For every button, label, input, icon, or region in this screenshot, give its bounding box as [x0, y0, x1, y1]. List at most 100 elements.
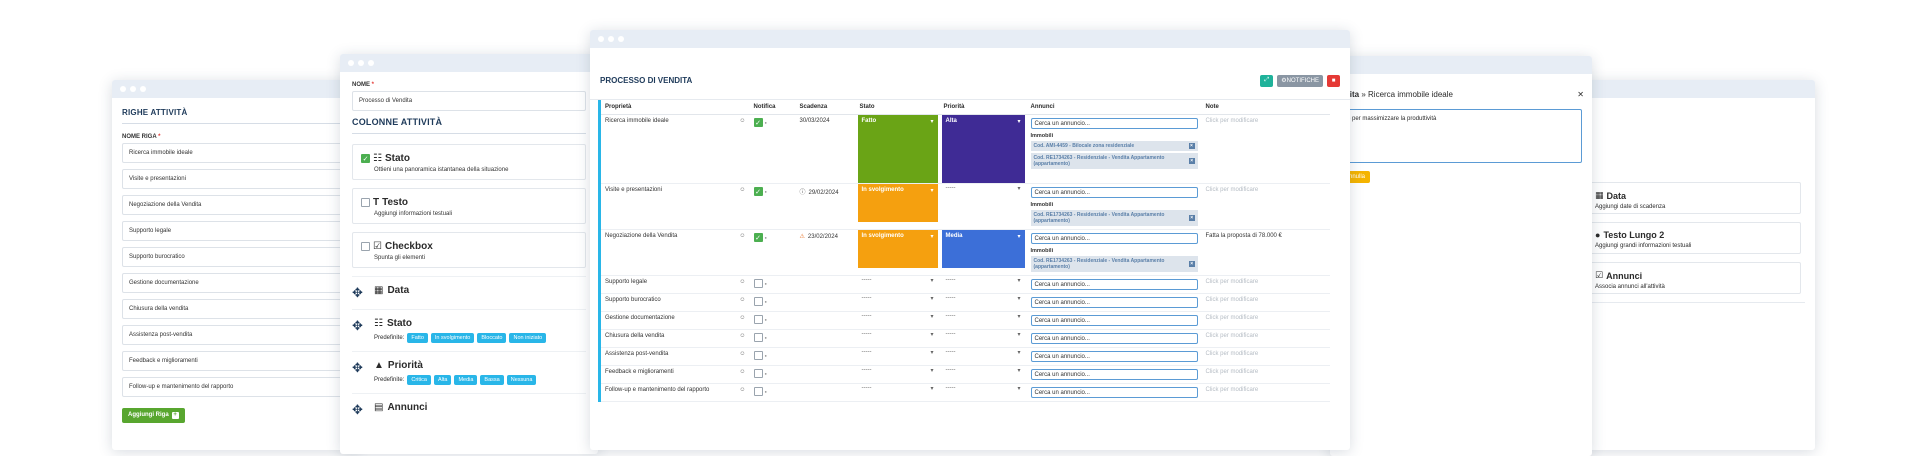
preset-chip[interactable]: Media — [454, 375, 478, 385]
row-name-input[interactable]: Ricerca immobile ideale — [122, 143, 350, 163]
note-placeholder[interactable]: Click per modificare — [1206, 351, 1259, 357]
listing-search-input[interactable]: Cerca un annuncio... — [1030, 233, 1198, 244]
preset-chip[interactable]: Bassa — [480, 375, 504, 385]
priority-dropdown[interactable]: Alta ▾ — [941, 115, 1025, 183]
drag-handle-icon[interactable]: ✥ — [352, 318, 364, 334]
remove-icon[interactable]: × — [1188, 215, 1195, 221]
status-dropdown[interactable]: ----- ▾ — [858, 330, 938, 339]
name-input[interactable]: Processo di Vendita — [352, 91, 586, 111]
row-name-input[interactable]: Feedback e miglioramenti — [122, 351, 350, 371]
note-placeholder[interactable]: Click per modificare — [1206, 279, 1259, 285]
notify-checkbox[interactable] — [753, 315, 763, 324]
listing-search-input[interactable]: Cerca un annuncio... — [1030, 369, 1198, 380]
column-header[interactable]: Stato — [855, 100, 940, 115]
listing-search-input[interactable]: Cerca un annuncio... — [1030, 351, 1198, 362]
delete-button[interactable]: ■ — [1327, 74, 1340, 87]
comment-icon[interactable]: ☺ — [739, 297, 745, 303]
listing-search-input[interactable]: Cerca un annuncio... — [1030, 297, 1198, 308]
drag-handle-icon[interactable]: ✥ — [352, 402, 364, 418]
row-name-input[interactable]: Supporto burocratico — [122, 247, 350, 267]
add-row-button[interactable]: Aggiungi Riga + — [122, 407, 185, 423]
active-column[interactable]: ✥ ☷ Stato Predefinite: Fatto In svolgimento… — [352, 309, 586, 351]
listing-search-input[interactable]: Cerca un annuncio... — [1030, 315, 1198, 326]
status-dropdown[interactable]: ----- ▾ — [858, 312, 938, 321]
active-column[interactable]: ✥ ▲ Priorità Predefinite: Critica Alta Media… — [352, 351, 586, 393]
column-header[interactable]: Notifica — [749, 100, 796, 115]
preset-chip[interactable]: Non iniziato — [509, 333, 547, 343]
drag-handle-icon[interactable]: ✥ — [352, 285, 364, 301]
checkbox[interactable] — [361, 242, 370, 251]
close-icon[interactable]: ✕ — [1577, 90, 1584, 99]
column-type-card[interactable]: ✓ ▦ Data Aggiungi date di scadenza — [1574, 182, 1801, 214]
note-placeholder[interactable]: Click per modificare — [1206, 315, 1259, 321]
remove-icon[interactable]: × — [1188, 261, 1195, 267]
notify-checkbox[interactable] — [753, 333, 763, 342]
row-name-input[interactable]: Gestione documentazione — [122, 273, 350, 293]
notify-checkbox[interactable] — [753, 369, 763, 378]
column-header[interactable]: Annunci — [1026, 100, 1202, 115]
notify-checkbox[interactable] — [753, 387, 763, 396]
listing-search-input[interactable]: Cerca un annuncio... — [1030, 279, 1198, 290]
comment-icon[interactable]: ☺ — [739, 233, 745, 239]
note-placeholder[interactable]: Click per modificare — [1206, 369, 1259, 375]
active-column[interactable]: ✥ ▤ Annunci — [352, 393, 586, 426]
row-name-input[interactable]: Visite e presentazioni — [122, 169, 350, 189]
priority-dropdown[interactable]: ----- ▾ — [942, 312, 1025, 321]
listing-search-input[interactable]: Cerca un annuncio... — [1030, 187, 1198, 198]
priority-dropdown[interactable]: ----- ▾ — [942, 184, 1025, 193]
comment-icon[interactable]: ☺ — [739, 279, 745, 285]
row-name-input[interactable]: Assistenza post-vendita — [122, 325, 350, 345]
notify-checkbox[interactable] — [753, 297, 763, 306]
column-type-card[interactable]: ✓ ☑ Annunci Associa annunci all'attività — [1574, 262, 1801, 294]
notify-checkbox[interactable] — [753, 351, 763, 360]
priority-dropdown[interactable]: ----- ▾ — [942, 366, 1025, 375]
notify-checkbox[interactable]: ✓ — [753, 118, 763, 127]
column-header[interactable]: Priorità — [939, 100, 1027, 115]
remove-icon[interactable]: × — [1188, 143, 1195, 149]
preset-chip[interactable]: Alta — [433, 375, 452, 385]
drag-handle-icon[interactable]: ✥ — [352, 360, 364, 376]
notify-checkbox[interactable]: ✓ — [753, 187, 763, 196]
comment-icon[interactable]: ☺ — [739, 333, 745, 339]
preset-chip[interactable]: Critica — [407, 375, 431, 385]
status-dropdown[interactable]: ----- ▾ — [858, 384, 938, 393]
note-placeholder[interactable]: Click per modificare — [1206, 297, 1259, 303]
column-header[interactable]: Scadenza — [795, 100, 856, 115]
status-dropdown[interactable]: Fatto ▾ — [857, 115, 938, 183]
column-header[interactable]: Proprietà — [599, 100, 750, 115]
status-dropdown[interactable]: ----- ▾ — [858, 276, 938, 285]
status-dropdown[interactable]: ----- ▾ — [858, 294, 938, 303]
checkbox[interactable]: ✓ — [361, 154, 370, 163]
description-textarea[interactable]: o per massimizzare la produttività — [1340, 109, 1582, 163]
note-placeholder[interactable]: Click per modificare — [1206, 187, 1259, 193]
row-name-input[interactable]: Supporto legale — [122, 221, 350, 241]
active-column[interactable]: ✥ ▦ Data — [352, 276, 586, 309]
comment-icon[interactable]: ☺ — [739, 315, 745, 321]
column-type-card[interactable]: ☑ Checkbox Spunta gli elementi — [352, 232, 586, 268]
status-dropdown[interactable]: In svolgimento ▾ — [857, 184, 938, 222]
note-placeholder[interactable]: Click per modificare — [1206, 333, 1259, 339]
listing-search-input[interactable]: Cerca un annuncio... — [1030, 118, 1198, 129]
remove-icon[interactable]: × — [1188, 158, 1195, 164]
notifications-button[interactable]: ⚙ NOTIFICHE — [1277, 74, 1323, 87]
priority-dropdown[interactable]: ----- ▾ — [942, 294, 1025, 303]
row-name-input[interactable]: Negoziazione della Vendita — [122, 195, 350, 215]
column-header[interactable]: Note — [1201, 100, 1330, 115]
notify-checkbox[interactable] — [753, 279, 763, 288]
preset-chip[interactable]: In svolgimento — [430, 333, 475, 343]
comment-icon[interactable]: ☺ — [739, 118, 745, 124]
column-type-card[interactable]: ✓ ● Testo Lungo 2 Aggiungi grandi inform… — [1574, 222, 1801, 254]
notify-checkbox[interactable]: ✓ — [753, 233, 763, 242]
column-type-card[interactable]: T Testo Aggiungi informazioni testuali — [352, 188, 586, 224]
row-name-input[interactable]: Chiusura della vendita — [122, 299, 350, 319]
due-date[interactable]: 29/02/2024 — [809, 190, 839, 196]
listing-search-input[interactable]: Cerca un annuncio... — [1030, 333, 1198, 344]
preset-chip[interactable]: Bloccato — [477, 333, 507, 343]
priority-dropdown[interactable]: ----- ▾ — [942, 348, 1025, 357]
comment-icon[interactable]: ☺ — [739, 369, 745, 375]
priority-dropdown[interactable]: ----- ▾ — [942, 330, 1025, 339]
status-dropdown[interactable]: ----- ▾ — [858, 366, 938, 375]
status-dropdown[interactable]: ----- ▾ — [858, 348, 938, 357]
comment-icon[interactable]: ☺ — [739, 351, 745, 357]
due-date[interactable]: 30/03/2024 — [800, 118, 830, 124]
